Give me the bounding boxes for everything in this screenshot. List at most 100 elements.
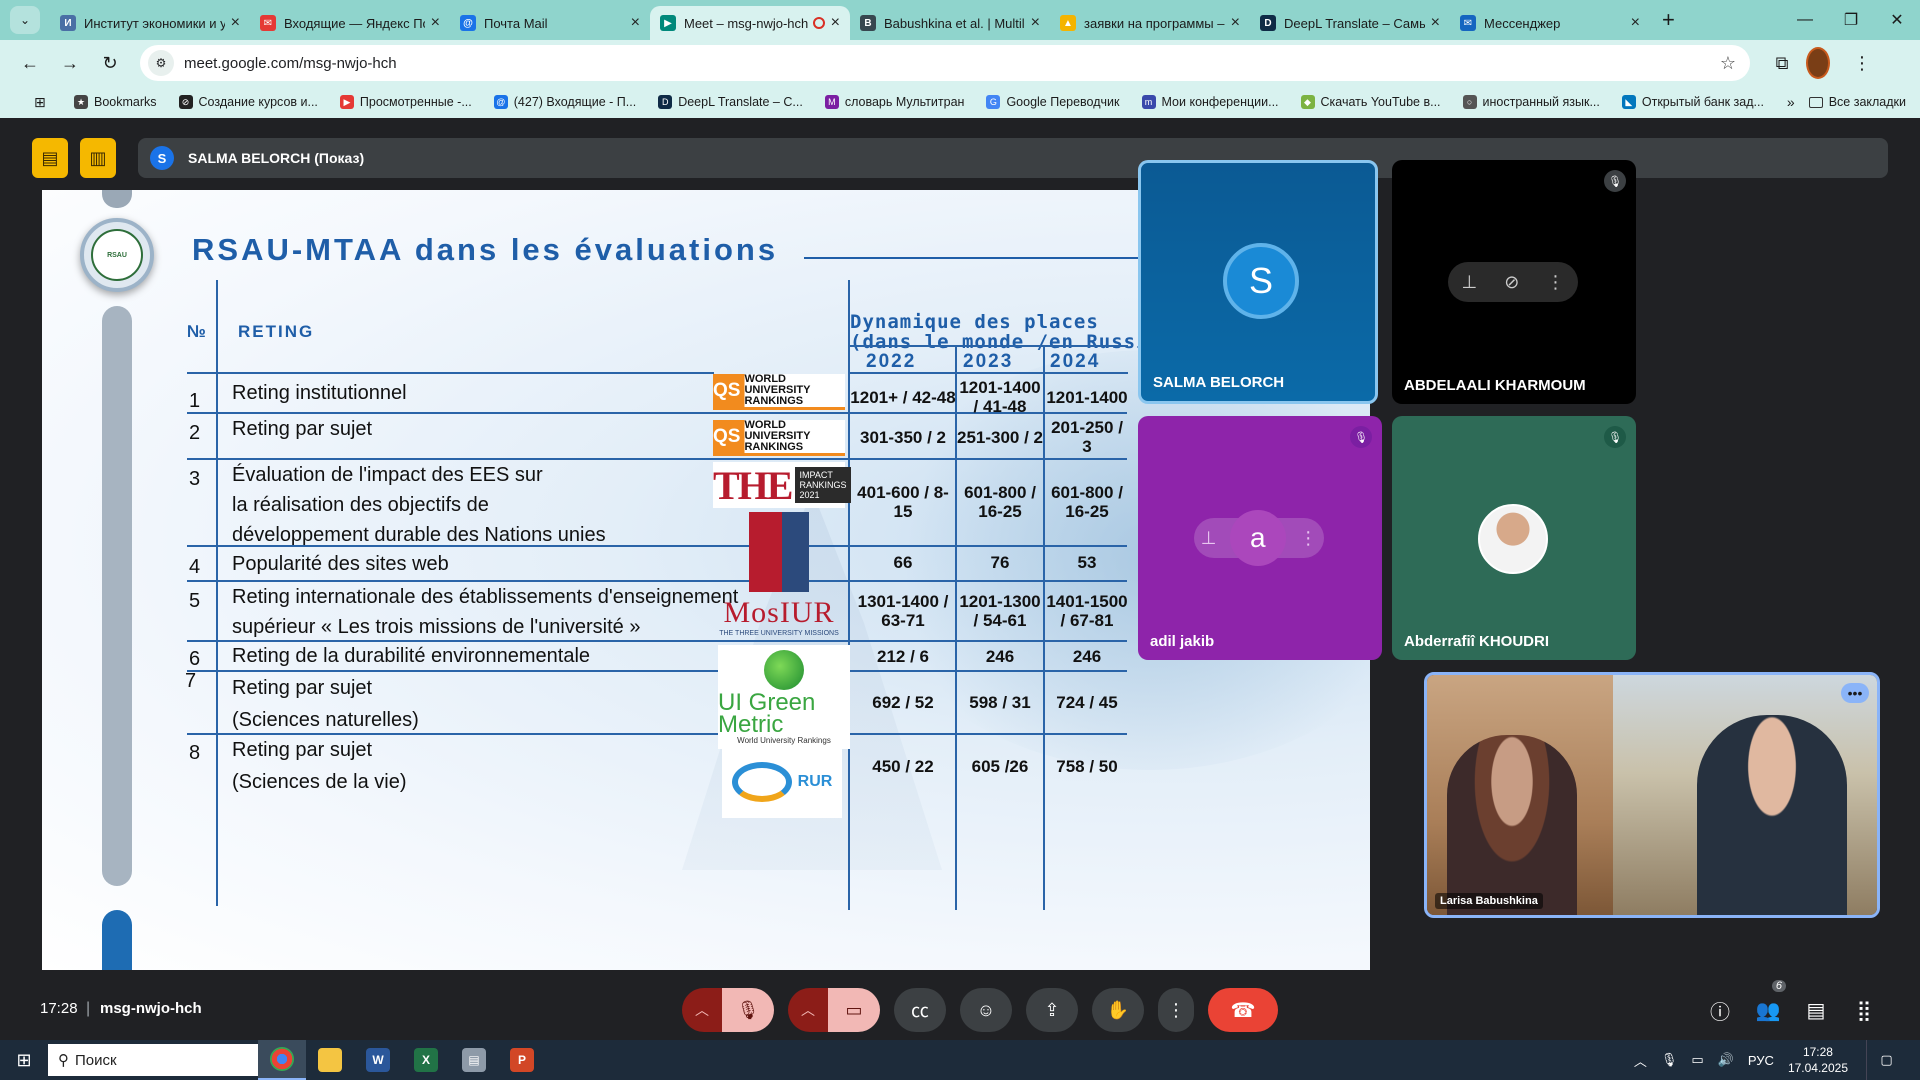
bookmark-item[interactable]: m Мои конференции...	[1141, 95, 1279, 109]
clock[interactable]: 17:28 17.04.2025	[1788, 1044, 1848, 1076]
browser-tab[interactable]: D DeepL Translate – Самый ×	[1250, 6, 1450, 40]
participant-tile[interactable]: S SALMA BELORCH	[1138, 160, 1378, 404]
taskbar-explorer[interactable]	[306, 1040, 354, 1080]
people-icon[interactable]: 👥 6	[1744, 980, 1792, 1030]
more-options-icon[interactable]: ⋮	[1546, 272, 1564, 293]
column-header-rating: RETING	[238, 322, 315, 341]
minimize-button[interactable]: —	[1782, 0, 1828, 40]
row-number: 5	[189, 590, 201, 612]
tab-title: DeepL Translate – Самый	[1284, 15, 1425, 31]
rating-value: 601-800 / 16-25	[1051, 483, 1123, 521]
browser-tab[interactable]: И Институт экономики и у ×	[50, 6, 250, 40]
extensions-icon[interactable]: ⧉	[1766, 47, 1798, 79]
bookmark-item[interactable]: ▶ Просмотренные -...	[339, 95, 472, 109]
language-indicator[interactable]: РУС	[1748, 1053, 1774, 1068]
qs-text: WORLD UNIVERSITY RANKINGS	[744, 373, 811, 407]
captions-panel-icon[interactable]: ▤	[32, 138, 68, 178]
close-tab-icon[interactable]: ×	[1031, 14, 1040, 32]
url-text[interactable]: meet.google.com/msg-nwjo-hch	[184, 55, 397, 72]
chat-icon[interactable]: ▤	[1792, 990, 1840, 1030]
close-tab-icon[interactable]: ×	[431, 14, 440, 32]
new-tab-button[interactable]: +	[1662, 7, 1675, 33]
pin-icon[interactable]: ⊥	[1462, 272, 1478, 293]
video-settings-chevron-icon[interactable]: ︿	[788, 988, 828, 1032]
browser-tab[interactable]: @ Почта Mail ×	[450, 6, 650, 40]
address-bar[interactable]: ⚙ meet.google.com/msg-nwjo-hch ☆	[140, 45, 1750, 81]
taskbar-excel[interactable]: X	[402, 1040, 450, 1080]
self-video-tile[interactable]: Larisa Babushkina •••	[1424, 672, 1880, 918]
audio-settings-chevron-icon[interactable]: ︿	[682, 988, 722, 1032]
activities-icon[interactable]: ⣿	[1840, 990, 1888, 1030]
leave-call-button[interactable]: ☎	[1208, 988, 1278, 1032]
bookmark-item[interactable]: ◆ Скачать YouTube в...	[1300, 95, 1441, 109]
close-tab-icon[interactable]: ×	[831, 14, 840, 32]
menu-icon[interactable]: ⋮	[1846, 47, 1878, 79]
taskbar-search[interactable]: ⚲ Поиск	[48, 1044, 258, 1076]
close-tab-icon[interactable]: ×	[631, 14, 640, 32]
tab-title: Входящие — Яндекс Поч	[284, 15, 425, 31]
participant-tile[interactable]: 🎙 ⊥ a ⋮ adil jakib	[1138, 416, 1382, 660]
microphone-tray-icon[interactable]: 🎙	[1661, 1052, 1678, 1068]
network-icon[interactable]: ▭	[1691, 1052, 1703, 1068]
taskbar-word[interactable]: W	[354, 1040, 402, 1080]
close-tab-icon[interactable]: ×	[231, 14, 240, 32]
participant-tile[interactable]: 🎙 Abderrafiî KHOUDRI	[1392, 416, 1636, 660]
browser-tab[interactable]: B Babushkina et al. | Multili ×	[850, 6, 1050, 40]
site-info-icon[interactable]: ⚙	[148, 50, 174, 76]
rating-value: 251-300 / 2	[957, 427, 1044, 447]
browser-tab[interactable]: ▶ Meet – msg-nwjo-hch ×	[650, 6, 850, 40]
present-button[interactable]: ⇪	[1026, 988, 1078, 1032]
raise-hand-button[interactable]: ✋	[1092, 988, 1144, 1032]
bookmark-item[interactable]: ⊘ Создание курсов и...	[178, 95, 318, 109]
taskbar-store[interactable]: ▤	[450, 1040, 498, 1080]
mute-icon[interactable]: ⊘	[1504, 272, 1519, 293]
participant-tile[interactable]: 🎙 ⊥ ⊘ ⋮ ABDELAALI KHARMOUM	[1392, 160, 1636, 404]
close-tab-icon[interactable]: ×	[1231, 14, 1240, 32]
more-options-icon[interactable]: •••	[1841, 683, 1869, 703]
taskbar-chrome[interactable]	[258, 1040, 306, 1080]
bookmark-item[interactable]: ◣ Открытый банк зад...	[1621, 95, 1764, 109]
pin-icon[interactable]: ⊥	[1201, 528, 1217, 549]
bookmarks-overflow-icon[interactable]: »	[1787, 94, 1795, 110]
back-button[interactable]: ←	[14, 47, 46, 79]
bookmark-item[interactable]: ★ Bookmarks	[74, 95, 157, 109]
captions-button[interactable]: ㏄	[894, 988, 946, 1032]
browser-tab[interactable]: ✉ Мессенджер ×	[1450, 6, 1650, 40]
bookmark-item[interactable]: ○ иностранный язык...	[1462, 95, 1600, 109]
close-window-button[interactable]: ✕	[1874, 0, 1920, 40]
meeting-details-icon[interactable]: ⓘ	[1696, 990, 1744, 1030]
bookmark-item[interactable]: D DeepL Translate – С...	[658, 95, 803, 109]
profile-avatar[interactable]	[1806, 47, 1838, 79]
bookmark-item[interactable]: G Google Переводчик	[986, 95, 1120, 109]
all-bookmarks-button[interactable]: Все закладки	[1808, 95, 1906, 109]
camera-off-icon[interactable]: ▭	[828, 988, 880, 1032]
emoji-button[interactable]: ☺	[960, 988, 1012, 1032]
tab-search-button[interactable]: ⌄	[10, 6, 40, 34]
close-tab-icon[interactable]: ×	[1631, 14, 1640, 32]
bookmark-icon: ★	[74, 95, 88, 109]
browser-tab[interactable]: ▲ заявки на программы – ×	[1050, 6, 1250, 40]
tray-chevron-icon[interactable]: ︿	[1634, 1051, 1647, 1070]
bookmark-item[interactable]: Mсловарь Мультитран	[824, 95, 964, 109]
apps-grid-icon[interactable]: ⊞	[34, 94, 46, 111]
bookmark-item[interactable]: @ (427) Входящие - П...	[493, 95, 636, 109]
reload-button[interactable]: ↻	[94, 47, 126, 79]
restore-button[interactable]: ❐	[1828, 0, 1874, 40]
close-tab-icon[interactable]: ×	[1431, 14, 1440, 32]
bookmark-star-icon[interactable]: ☆	[1720, 53, 1736, 74]
taskbar-powerpoint[interactable]: P	[498, 1040, 546, 1080]
layout-panel-icon[interactable]: ▥	[80, 138, 116, 178]
participant-name: Abderrafiî KHOUDRI	[1404, 633, 1550, 650]
browser-tab[interactable]: ✉ Входящие — Яндекс Поч ×	[250, 6, 450, 40]
microphone-off-icon[interactable]: 🎙	[722, 988, 774, 1032]
more-options-icon[interactable]: ⋮	[1299, 528, 1317, 549]
notifications-icon[interactable]: ▢	[1866, 1040, 1906, 1080]
greenmetric-text: UI Green Metric	[718, 688, 816, 738]
more-options-button[interactable]: ⋮	[1158, 988, 1194, 1032]
bookmark-icon: m	[1141, 95, 1156, 109]
rur-text: RUR	[797, 773, 833, 790]
volume-icon[interactable]: 🔊	[1718, 1052, 1734, 1068]
separator: |	[86, 1000, 91, 1017]
start-button[interactable]: ⊞	[0, 1040, 48, 1080]
forward-button[interactable]: →	[54, 47, 86, 79]
